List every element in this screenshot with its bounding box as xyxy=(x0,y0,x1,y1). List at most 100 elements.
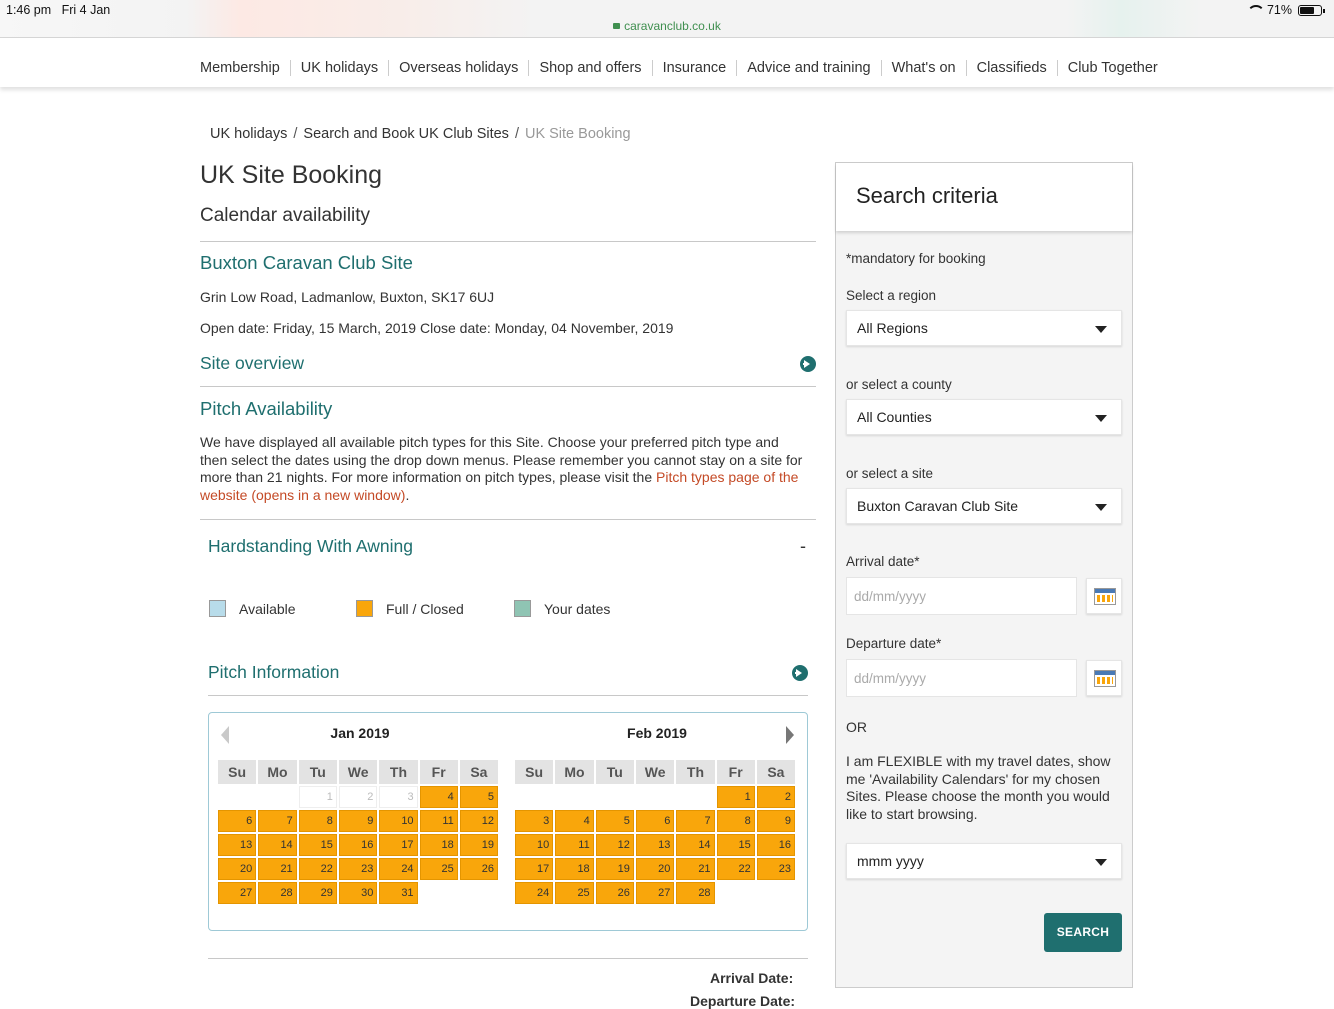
calendar-day-full[interactable]: 9 xyxy=(756,810,795,832)
nav-item-membership[interactable]: Membership xyxy=(190,60,290,76)
calendar-day-full[interactable]: 4 xyxy=(419,786,458,808)
arrival-calendar-button[interactable] xyxy=(1086,578,1122,614)
calendar-day-full[interactable]: 10 xyxy=(515,834,554,856)
calendar-day-full[interactable]: 15 xyxy=(716,834,755,856)
region-select[interactable]: All Regions xyxy=(846,310,1122,346)
calendar-day-full[interactable]: 24 xyxy=(379,858,418,880)
weekday-header: Su xyxy=(218,760,257,784)
chevron-down-icon xyxy=(1095,859,1107,866)
calendar-day-full[interactable]: 12 xyxy=(459,810,498,832)
arrow-right-circle-icon[interactable] xyxy=(800,356,816,372)
page-subtitle: Calendar availability xyxy=(200,205,371,226)
calendar-day-full[interactable]: 23 xyxy=(338,858,378,880)
search-button[interactable]: SEARCH xyxy=(1044,913,1122,952)
calendar-day-full[interactable]: 8 xyxy=(298,810,337,832)
calendar-day-full[interactable]: 4 xyxy=(555,810,594,832)
weekday-header: Sa xyxy=(459,760,498,784)
calendar-day-full[interactable]: 20 xyxy=(635,858,675,880)
calendar-day-full[interactable]: 29 xyxy=(298,882,337,904)
calendar-day-full[interactable]: 18 xyxy=(555,858,594,880)
nav-item-what-s-on[interactable]: What's on xyxy=(880,60,966,76)
pitch-type-heading[interactable]: Hardstanding With Awning xyxy=(208,536,413,557)
calendar-day-full[interactable]: 25 xyxy=(555,882,594,904)
pitch-availability-text: We have displayed all available pitch ty… xyxy=(200,434,803,503)
arrival-date-input[interactable]: dd/mm/yyyy xyxy=(846,577,1077,615)
calendar-day-full[interactable]: 23 xyxy=(756,858,795,880)
calendar-day-full[interactable]: 27 xyxy=(218,882,257,904)
site-select[interactable]: Buxton Caravan Club Site xyxy=(846,488,1122,524)
nav-item-classifieds[interactable]: Classifieds xyxy=(965,60,1057,76)
search-criteria-header: Search criteria xyxy=(836,163,1132,231)
calendar-day-full[interactable]: 26 xyxy=(595,882,634,904)
calendar-day-full[interactable]: 11 xyxy=(419,810,458,832)
month-title: Jan 2019 xyxy=(330,725,390,741)
calendar-day-full[interactable]: 14 xyxy=(258,834,297,856)
weekday-header: Th xyxy=(676,760,715,784)
calendar-day-full[interactable]: 7 xyxy=(676,810,715,832)
site-open-close-dates: Open date: Friday, 15 March, 2019 Close … xyxy=(200,320,674,336)
calendar-day-past: 1 xyxy=(298,786,337,808)
arrival-date-label: Arrival Date: xyxy=(710,970,794,986)
main-navigation: Membership UK holidays Overseas holidays Sh… xyxy=(0,38,1334,87)
calendar-day-full[interactable]: 30 xyxy=(338,882,378,904)
calendar-day-full[interactable]: 12 xyxy=(595,834,634,856)
calendar-day-full[interactable]: 18 xyxy=(419,834,458,856)
calendar-day-full[interactable]: 6 xyxy=(635,810,675,832)
calendar-day-full[interactable]: 15 xyxy=(298,834,337,856)
calendar-day-full[interactable]: 26 xyxy=(459,858,498,880)
calendar-day-full[interactable]: 17 xyxy=(379,834,418,856)
calendar-day-full[interactable]: 5 xyxy=(459,786,498,808)
collapse-toggle[interactable]: - xyxy=(800,536,806,557)
breadcrumb-separator: / xyxy=(293,126,298,142)
calendar-day-full[interactable]: 22 xyxy=(716,858,755,880)
pitch-information-link[interactable]: Pitch Information xyxy=(208,662,339,683)
calendar-day-full[interactable]: 10 xyxy=(379,810,418,832)
nav-item-shop-and-offers[interactable]: Shop and offers xyxy=(528,60,651,76)
address-bar[interactable]: caravanclub.co.uk xyxy=(0,19,1334,33)
calendar-day-full[interactable]: 16 xyxy=(756,834,795,856)
calendar-grid: Su Mo Tu We Th Fr Sa 1 2 3 4 5 6 7 8 9 10 11 12 13 14 15 16 17 1… xyxy=(216,758,500,906)
site-overview-link[interactable]: Site overview xyxy=(200,353,304,374)
county-select[interactable]: All Counties xyxy=(846,399,1122,435)
departure-calendar-button[interactable] xyxy=(1086,660,1122,696)
calendar-day-full[interactable]: 17 xyxy=(515,858,554,880)
calendar-day-full[interactable]: 6 xyxy=(218,810,257,832)
nav-item-overseas-holidays[interactable]: Overseas holidays xyxy=(388,60,528,76)
calendar-day-full[interactable]: 24 xyxy=(515,882,554,904)
region-label: Select a region xyxy=(846,288,937,303)
calendar-day-full[interactable]: 19 xyxy=(459,834,498,856)
nav-item-advice-and-training[interactable]: Advice and training xyxy=(736,60,880,76)
calendar-day-full[interactable]: 21 xyxy=(258,858,297,880)
legend-full-closed: Full / Closed xyxy=(356,600,464,617)
calendar-day-full[interactable]: 2 xyxy=(756,786,795,808)
calendar-day-full[interactable]: 14 xyxy=(676,834,715,856)
breadcrumb-search-book[interactable]: Search and Book UK Club Sites xyxy=(303,126,509,142)
calendar-day-full[interactable]: 1 xyxy=(716,786,755,808)
calendar-day-full[interactable]: 16 xyxy=(338,834,378,856)
calendar-day-full[interactable]: 9 xyxy=(338,810,378,832)
calendar-empty-cell xyxy=(636,786,674,808)
breadcrumb-uk-holidays[interactable]: UK holidays xyxy=(210,126,287,142)
arrow-right-circle-icon[interactable] xyxy=(792,665,808,681)
nav-item-insurance[interactable]: Insurance xyxy=(651,60,737,76)
calendar-day-full[interactable]: 31 xyxy=(379,882,418,904)
calendar-day-full[interactable]: 27 xyxy=(635,882,675,904)
calendar-day-full[interactable]: 28 xyxy=(676,882,715,904)
calendar-day-full[interactable]: 11 xyxy=(555,834,594,856)
departure-date-input[interactable]: dd/mm/yyyy xyxy=(846,659,1077,697)
nav-item-uk-holidays[interactable]: UK holidays xyxy=(289,60,388,76)
calendar-day-full[interactable]: 19 xyxy=(595,858,634,880)
month-select[interactable]: mmm yyyy xyxy=(846,843,1122,879)
calendar-day-full[interactable]: 3 xyxy=(515,810,554,832)
calendar-day-full[interactable]: 22 xyxy=(298,858,337,880)
calendar-day-full[interactable]: 8 xyxy=(716,810,755,832)
calendar-day-full[interactable]: 20 xyxy=(218,858,257,880)
calendar-day-full[interactable]: 28 xyxy=(258,882,297,904)
calendar-day-full[interactable]: 7 xyxy=(258,810,297,832)
calendar-day-full[interactable]: 5 xyxy=(595,810,634,832)
calendar-day-full[interactable]: 25 xyxy=(419,858,458,880)
calendar-day-full[interactable]: 13 xyxy=(218,834,257,856)
nav-item-club-together[interactable]: Club Together xyxy=(1056,60,1168,76)
calendar-day-full[interactable]: 21 xyxy=(676,858,715,880)
calendar-day-full[interactable]: 13 xyxy=(635,834,675,856)
